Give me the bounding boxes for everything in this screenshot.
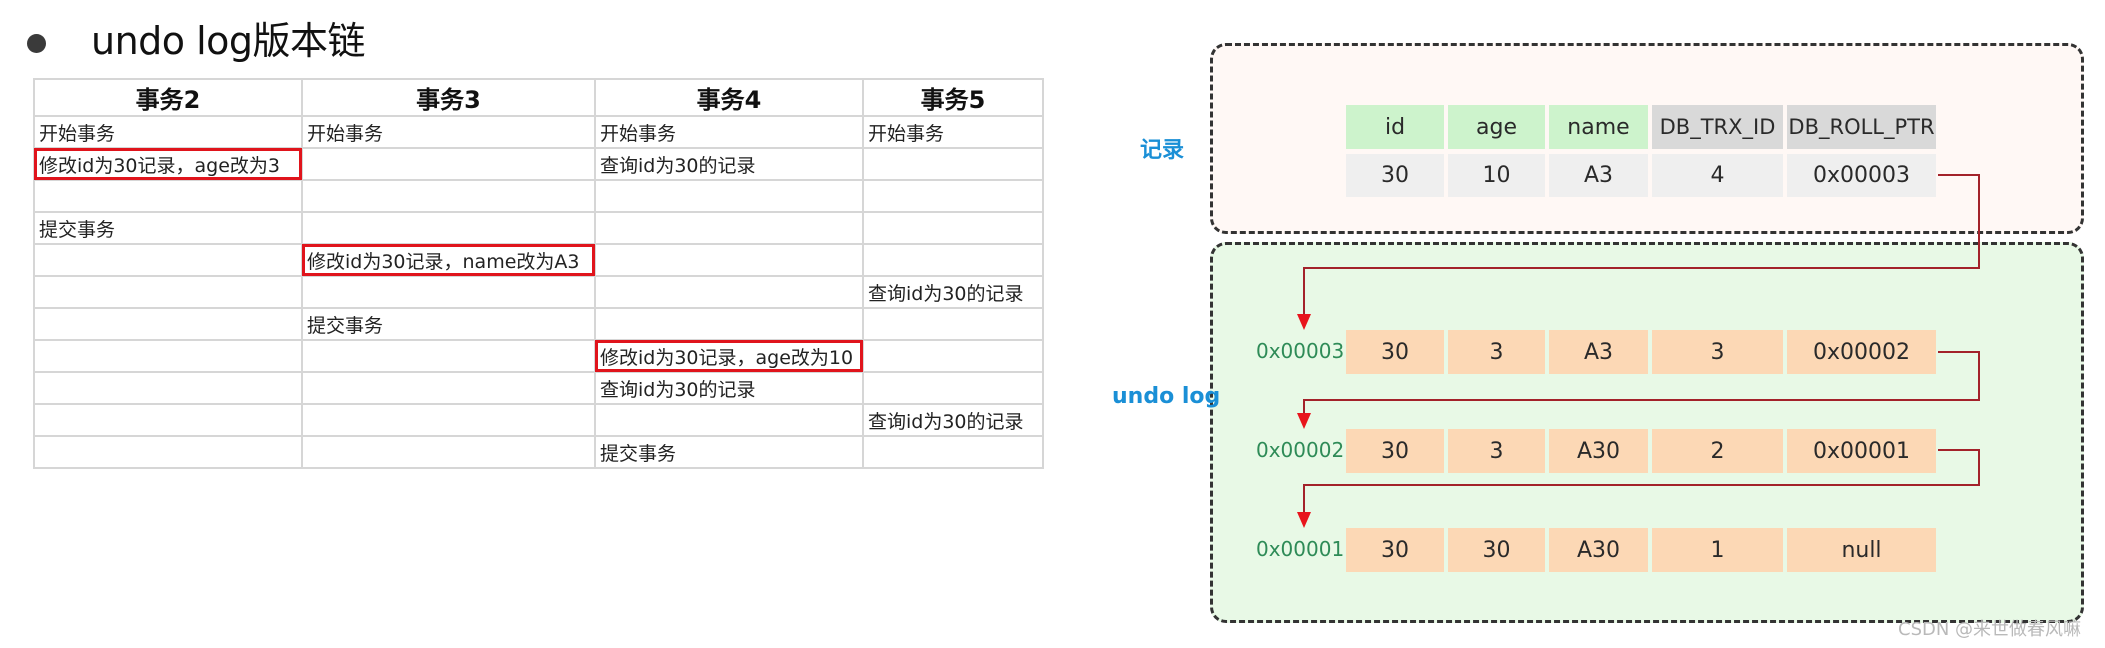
- watermark: CSDN @来世做春风嘛: [1898, 619, 2082, 640]
- undo-0x00003-to-0x00002-link: [1303, 351, 1980, 415]
- pointer-links: [1297, 174, 1980, 528]
- arrow-head-icon: [1297, 512, 1311, 528]
- arrow-head-icon: [1297, 413, 1311, 429]
- arrow-head-icon: [1297, 314, 1311, 330]
- record-to-undo-0x00003-link: [1303, 174, 1980, 316]
- undo-0x00002-to-0x00001-link: [1303, 449, 1980, 514]
